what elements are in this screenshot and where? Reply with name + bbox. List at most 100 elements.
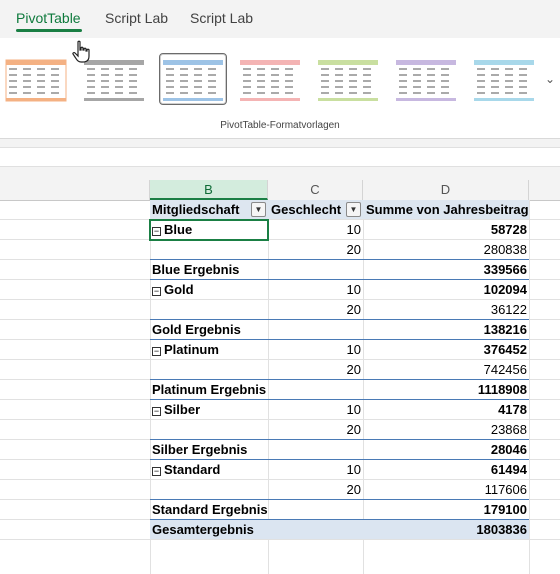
column-header-e[interactable] [529, 180, 560, 200]
pivot-row-subtotal: Silber Ergebnis 28046 [0, 439, 560, 460]
geschlecht-cell[interactable]: 10 [268, 280, 363, 299]
summe-cell[interactable]: 61494 [363, 460, 529, 479]
summe-cell[interactable]: 36122 [363, 300, 529, 319]
summe-cell[interactable]: 102094 [363, 280, 529, 299]
pivot-row-group: − Silber 10 4178 [0, 399, 560, 420]
pivot-header-row: Mitgliedschaft ▼ Geschlecht ▼ Summe von … [0, 200, 560, 220]
pivot-style-7-preview [474, 60, 534, 101]
pivot-style-3[interactable] [159, 53, 227, 105]
summe-cell[interactable]: 1118908 [363, 380, 529, 399]
header-geschlecht[interactable]: Geschlecht [270, 200, 350, 219]
summe-cell[interactable]: 138216 [363, 320, 529, 339]
pivot-group-cell[interactable]: − Blue [150, 220, 268, 239]
group-label: Platinum [164, 342, 219, 357]
row-label-cell[interactable]: Platinum Ergebnis [150, 380, 268, 399]
geschlecht-cell[interactable]: 10 [268, 460, 363, 479]
pivot-style-5-preview [318, 60, 378, 101]
active-tab-indicator [16, 29, 82, 32]
pivot-style-5[interactable] [315, 54, 381, 104]
pivot-style-4-preview [240, 60, 300, 101]
geschlecht-cell[interactable]: 20 [268, 420, 363, 439]
gallery-more-chevron-icon[interactable]: ⌄ [545, 72, 555, 86]
column-header-b[interactable]: B [150, 180, 268, 200]
pivot-row-subtotal: Standard Ergebnis 179100 [0, 499, 560, 520]
geschlecht-cell[interactable] [268, 500, 363, 519]
collapse-minus-icon[interactable]: − [152, 227, 161, 236]
formula-bar[interactable] [0, 147, 560, 167]
tab-pivottable[interactable]: PivotTable [16, 10, 81, 26]
pivot-style-7[interactable] [471, 54, 537, 104]
summe-cell[interactable]: 23868 [363, 420, 529, 439]
row-label-cell[interactable]: Silber Ergebnis [150, 440, 268, 459]
geschlecht-cell[interactable]: 20 [268, 360, 363, 379]
pivot-row-item: 20 36122 [0, 300, 560, 320]
row-label-cell[interactable]: Standard Ergebnis [150, 500, 268, 519]
row-label-cell[interactable] [150, 480, 268, 499]
group-label: Gold [164, 282, 194, 297]
pivot-row-subtotal: Platinum Ergebnis 1118908 [0, 379, 560, 400]
summe-cell[interactable]: 1803836 [363, 520, 529, 539]
pivot-row-group: − Platinum 10 376452 [0, 339, 560, 360]
pivot-style-1[interactable] [3, 54, 69, 104]
group-label: Blue [164, 222, 193, 237]
summe-cell[interactable]: 58728 [363, 220, 529, 239]
header-summe-jahresbeitrag[interactable]: Summe von Jahresbeitrag [363, 200, 529, 219]
column-header-c[interactable]: C [268, 180, 363, 200]
hand-pointer-icon [72, 40, 92, 70]
pivot-row-subtotal: Gold Ergebnis 138216 [0, 319, 560, 340]
geschlecht-cell[interactable] [268, 380, 363, 399]
pivot-group-cell[interactable]: − Platinum [150, 340, 268, 359]
geschlecht-cell[interactable]: 20 [268, 480, 363, 499]
collapse-minus-icon[interactable]: − [152, 347, 161, 356]
collapse-minus-icon[interactable]: − [152, 467, 161, 476]
pivot-row-grandtotal: Gesamtergebnis 1803836 [0, 519, 560, 540]
geschlecht-cell[interactable]: 20 [268, 300, 363, 319]
row-label-cell[interactable] [150, 240, 268, 259]
column-header-blank [0, 180, 150, 200]
row-label-cell[interactable] [150, 360, 268, 379]
pivot-group-cell[interactable]: − Standard [150, 460, 268, 479]
column-headers: B C D [0, 180, 560, 201]
pivot-group-cell[interactable]: − Silber [150, 400, 268, 419]
mitgliedschaft-filter-dropdown-icon[interactable]: ▼ [251, 202, 266, 217]
row-label-cell[interactable] [150, 420, 268, 439]
collapse-minus-icon[interactable]: − [152, 287, 161, 296]
pivot-style-4[interactable] [237, 54, 303, 104]
group-label: Standard [164, 462, 221, 477]
geschlecht-cell[interactable] [268, 520, 363, 539]
row-label-cell[interactable]: Gold Ergebnis [150, 320, 268, 339]
pivot-style-6[interactable] [393, 54, 459, 104]
formula-bar-area [0, 139, 560, 181]
summe-cell[interactable]: 376452 [363, 340, 529, 359]
geschlecht-cell[interactable]: 10 [268, 400, 363, 419]
pivot-row-group: − Gold 10 102094 [0, 279, 560, 300]
pivot-row-group: − Standard 10 61494 [0, 459, 560, 480]
geschlecht-cell[interactable]: 10 [268, 220, 363, 239]
summe-cell[interactable]: 339566 [363, 260, 529, 279]
summe-cell[interactable]: 117606 [363, 480, 529, 499]
geschlecht-cell[interactable] [268, 260, 363, 279]
summe-cell[interactable]: 742456 [363, 360, 529, 379]
pivot-row-group: − Blue 10 58728 [0, 220, 560, 240]
tab-script-lab-2[interactable]: Script Lab [190, 10, 253, 26]
geschlecht-cell[interactable] [268, 440, 363, 459]
summe-cell[interactable]: 4178 [363, 400, 529, 419]
pivot-group-cell[interactable]: − Gold [150, 280, 268, 299]
geschlecht-cell[interactable] [268, 320, 363, 339]
pivot-row-item: 20 23868 [0, 420, 560, 440]
geschlecht-filter-dropdown-icon[interactable]: ▼ [346, 202, 361, 217]
tab-script-lab[interactable]: Script Lab [105, 10, 168, 26]
row-label-cell[interactable]: Gesamtergebnis [150, 520, 268, 539]
row-label-cell[interactable]: Blue Ergebnis [150, 260, 268, 279]
geschlecht-cell[interactable]: 20 [268, 240, 363, 259]
summe-cell[interactable]: 280838 [363, 240, 529, 259]
worksheet-grid: Mitgliedschaft ▼ Geschlecht ▼ Summe von … [0, 200, 560, 574]
collapse-minus-icon[interactable]: − [152, 407, 161, 416]
pivot-style-3-preview [163, 60, 223, 101]
pivot-row-subtotal: Blue Ergebnis 339566 [0, 259, 560, 280]
geschlecht-cell[interactable]: 10 [268, 340, 363, 359]
column-header-d[interactable]: D [363, 180, 529, 200]
row-label-cell[interactable] [150, 300, 268, 319]
summe-cell[interactable]: 28046 [363, 440, 529, 459]
summe-cell[interactable]: 179100 [363, 500, 529, 519]
